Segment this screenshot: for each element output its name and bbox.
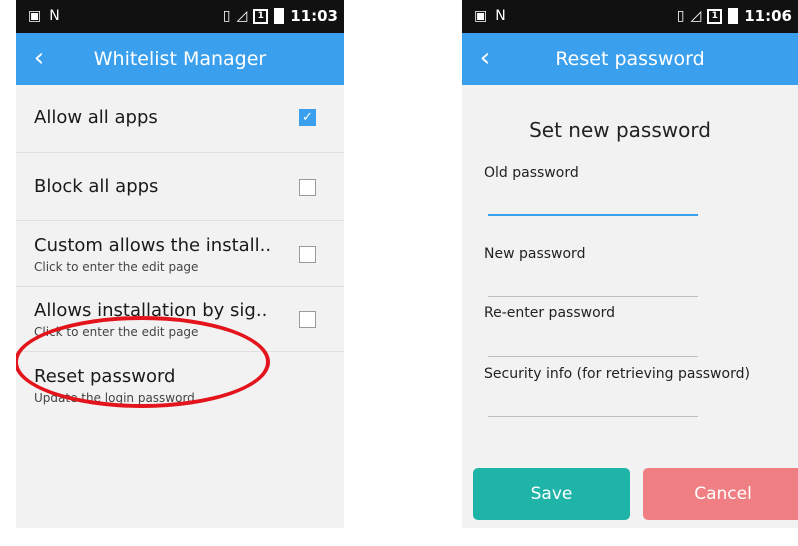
- sim-icon: 1: [253, 8, 269, 24]
- item-label: Custom allows the install..: [34, 235, 272, 256]
- checkbox-allows-by-signature[interactable]: [299, 311, 316, 328]
- item-label: Allows installation by sig..: [34, 300, 268, 321]
- checkmark-icon: ✓: [302, 110, 313, 125]
- reenter-password-underline: [488, 356, 698, 357]
- cancel-button[interactable]: Cancel: [643, 468, 798, 520]
- sd-icon: ▣: [28, 8, 42, 24]
- reenter-password-input[interactable]: [488, 330, 698, 354]
- list-item-allows-by-signature[interactable]: Allows installation by sig.. Click to en…: [16, 287, 344, 352]
- old-password-label: Old password: [484, 165, 579, 181]
- app-bar: ‹ Whitelist Manager: [16, 33, 344, 85]
- form-heading: Set new password: [529, 118, 711, 142]
- battery-icon: [274, 8, 285, 24]
- checkbox-custom-allows[interactable]: [299, 246, 316, 263]
- item-label: Reset password: [34, 366, 176, 387]
- signal-icon: ◿: [236, 8, 248, 24]
- settings-list: Allow all apps ✓ Block all apps Custom a…: [16, 85, 344, 416]
- new-password-underline: [488, 296, 698, 297]
- save-button[interactable]: Save: [473, 468, 630, 520]
- item-label: Block all apps: [34, 176, 159, 197]
- item-subtitle: Update the login password: [34, 391, 195, 405]
- clock: 11:03: [290, 7, 338, 25]
- item-subtitle: Click to enter the edit page: [34, 260, 199, 274]
- old-password-underline: [488, 214, 698, 216]
- list-item-reset-password[interactable]: Reset password Update the login password: [16, 352, 344, 416]
- signal-icon: ◿: [690, 8, 702, 24]
- list-item-block-all[interactable]: Block all apps: [16, 153, 344, 221]
- vibrate-icon: ▯: [222, 8, 231, 24]
- list-item-allow-all[interactable]: Allow all apps ✓: [16, 85, 344, 153]
- list-item-custom-allows[interactable]: Custom allows the install.. Click to ent…: [16, 221, 344, 287]
- sim-icon: 1: [707, 8, 723, 24]
- clock: 11:06: [744, 7, 792, 25]
- whitelist-manager-screen: ▣ N ▯ ◿ 1 11:03 ‹ Whitelist Manager Allo…: [16, 0, 344, 528]
- sd-icon: ▣: [474, 8, 488, 24]
- security-info-label: Security info (for retrieving password): [484, 366, 750, 382]
- reset-password-screen: ▣ N ▯ ◿ 1 11:06 ‹ Reset password Set new…: [462, 0, 798, 528]
- status-bar: ▣ N ▯ ◿ 1 11:06: [462, 0, 798, 33]
- item-label: Allow all apps: [34, 107, 158, 128]
- battery-icon: [728, 8, 739, 24]
- page-title: Whitelist Manager: [93, 48, 267, 70]
- app-bar: ‹ Reset password: [462, 33, 798, 85]
- vibrate-icon: ▯: [676, 8, 685, 24]
- notification-n-icon: N: [495, 8, 506, 24]
- notification-n-icon: N: [49, 8, 60, 24]
- reenter-password-label: Re-enter password: [484, 305, 616, 321]
- page-title: Reset password: [555, 48, 705, 70]
- security-info-input[interactable]: [488, 392, 698, 416]
- checkbox-block-all[interactable]: [299, 179, 316, 196]
- old-password-input[interactable]: [488, 190, 698, 214]
- item-subtitle: Click to enter the edit page: [34, 325, 199, 339]
- status-bar: ▣ N ▯ ◿ 1 11:03: [16, 0, 344, 33]
- checkbox-allow-all[interactable]: ✓: [299, 109, 316, 126]
- new-password-label: New password: [484, 246, 586, 262]
- security-info-underline: [488, 416, 698, 417]
- new-password-input[interactable]: [488, 270, 698, 294]
